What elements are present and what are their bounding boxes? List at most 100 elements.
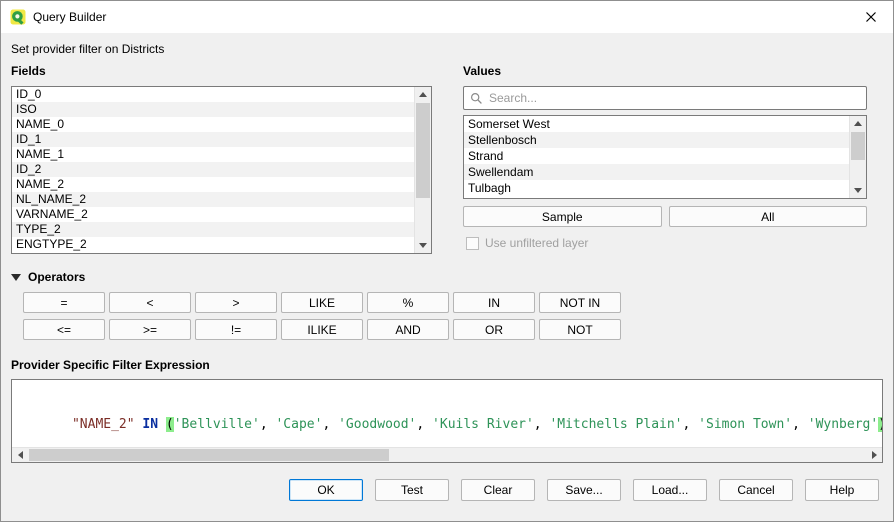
operator-button[interactable]: = bbox=[23, 292, 105, 313]
expression-token: 'Goodwood' bbox=[338, 417, 416, 432]
use-unfiltered-checkbox[interactable] bbox=[466, 237, 479, 250]
operator-button[interactable]: > bbox=[195, 292, 277, 313]
titlebar: Query Builder bbox=[1, 1, 893, 33]
dialog-footer: OK Test Clear Save... Load... Cancel Help bbox=[1, 479, 879, 501]
operator-button[interactable]: <= bbox=[23, 319, 105, 340]
field-item[interactable]: ID_1 bbox=[12, 132, 414, 147]
field-item[interactable]: ID_2 bbox=[12, 162, 414, 177]
expression-token: , bbox=[534, 417, 550, 432]
fields-label: Fields bbox=[11, 64, 432, 78]
query-builder-dialog: Query Builder Set provider filter on Dis… bbox=[0, 0, 894, 522]
fields-scrollbar[interactable] bbox=[414, 87, 431, 253]
values-scrollbar[interactable] bbox=[849, 116, 866, 198]
load-button[interactable]: Load... bbox=[633, 479, 707, 501]
expression-token: ( bbox=[166, 417, 174, 432]
values-list: Somerset WestStellenboschStrandSwellenda… bbox=[463, 115, 867, 199]
operator-button[interactable]: < bbox=[109, 292, 191, 313]
value-item[interactable]: Swellendam bbox=[464, 164, 849, 180]
clear-button[interactable]: Clear bbox=[461, 479, 535, 501]
use-unfiltered-row: Use unfiltered layer bbox=[463, 236, 867, 250]
operator-button[interactable]: ILIKE bbox=[281, 319, 363, 340]
close-button[interactable] bbox=[848, 1, 893, 33]
values-panel: Values Somerset WestStellenboschStrandSw… bbox=[463, 64, 867, 254]
ok-button[interactable]: OK bbox=[289, 479, 363, 501]
expression-token: 'Simon Town' bbox=[698, 417, 792, 432]
arrow-down-icon bbox=[419, 243, 427, 248]
expression-token: , bbox=[416, 417, 432, 432]
value-item[interactable]: Tulbagh bbox=[464, 180, 849, 196]
sample-button[interactable]: Sample bbox=[463, 206, 662, 227]
expression-token: , bbox=[260, 417, 276, 432]
field-item[interactable]: VARNAME_2 bbox=[12, 207, 414, 222]
expression-token: 'Wynberg' bbox=[808, 417, 878, 432]
operator-button[interactable]: != bbox=[195, 319, 277, 340]
arrow-left-icon bbox=[18, 451, 23, 459]
expression-label: Provider Specific Filter Expression bbox=[11, 358, 893, 372]
scroll-up-button[interactable] bbox=[415, 87, 431, 102]
field-item[interactable]: ISO bbox=[12, 102, 414, 117]
fields-panel: Fields ID_0ISONAME_0ID_1NAME_1ID_2NAME_2… bbox=[11, 64, 432, 254]
scrollbar-thumb[interactable] bbox=[416, 103, 430, 198]
operators-header[interactable]: Operators bbox=[11, 270, 893, 284]
scroll-up-button[interactable] bbox=[850, 116, 866, 131]
expression-token: ) bbox=[878, 417, 882, 432]
values-search-input[interactable] bbox=[489, 88, 860, 108]
save-button[interactable]: Save... bbox=[547, 479, 621, 501]
expression-token: , bbox=[322, 417, 338, 432]
operators-label: Operators bbox=[28, 270, 85, 284]
operators-row-1: =<>LIKE%INNOT IN bbox=[23, 292, 893, 313]
field-item[interactable]: ENGTYPE_2 bbox=[12, 237, 414, 252]
field-item[interactable]: NAME_1 bbox=[12, 147, 414, 162]
all-button[interactable]: All bbox=[669, 206, 868, 227]
operator-button[interactable]: OR bbox=[453, 319, 535, 340]
operator-button[interactable]: NOT IN bbox=[539, 292, 621, 313]
value-item[interactable]: Somerset West bbox=[464, 116, 849, 132]
qgis-logo-icon bbox=[10, 9, 26, 25]
field-item[interactable]: ID_0 bbox=[12, 87, 414, 102]
scrollbar-thumb[interactable] bbox=[29, 449, 389, 461]
scroll-down-button[interactable] bbox=[850, 183, 866, 198]
window-title: Query Builder bbox=[33, 10, 106, 24]
value-item[interactable]: Strand bbox=[464, 148, 849, 164]
scroll-left-button[interactable] bbox=[12, 448, 28, 462]
scrollbar-thumb[interactable] bbox=[851, 132, 865, 160]
fields-list: ID_0ISONAME_0ID_1NAME_1ID_2NAME_2NL_NAME… bbox=[11, 86, 432, 254]
operator-button[interactable]: LIKE bbox=[281, 292, 363, 313]
search-icon bbox=[470, 92, 483, 105]
scroll-down-button[interactable] bbox=[415, 238, 431, 253]
field-item[interactable]: NAME_2 bbox=[12, 177, 414, 192]
filter-expression-input[interactable]: "NAME_2" IN ('Bellville', 'Cape', 'Goodw… bbox=[12, 380, 882, 447]
value-item[interactable]: Stellenbosch bbox=[464, 132, 849, 148]
test-button[interactable]: Test bbox=[375, 479, 449, 501]
expression-token: IN bbox=[142, 417, 158, 432]
operator-button[interactable]: AND bbox=[367, 319, 449, 340]
dialog-subtitle: Set provider filter on Districts bbox=[11, 42, 893, 56]
help-button[interactable]: Help bbox=[805, 479, 879, 501]
scroll-right-button[interactable] bbox=[866, 448, 882, 462]
values-buttons: Sample All bbox=[463, 206, 867, 227]
operator-button[interactable]: % bbox=[367, 292, 449, 313]
expression-token: "NAME_2" bbox=[72, 417, 135, 432]
top-panels: Fields ID_0ISONAME_0ID_1NAME_1ID_2NAME_2… bbox=[11, 64, 867, 254]
cancel-button[interactable]: Cancel bbox=[719, 479, 793, 501]
operators-row-2: <=>=!=ILIKEANDORNOT bbox=[23, 319, 893, 340]
field-item[interactable]: NAME_0 bbox=[12, 117, 414, 132]
operator-button[interactable]: >= bbox=[109, 319, 191, 340]
field-item[interactable]: NL_NAME_2 bbox=[12, 192, 414, 207]
collapse-arrow-icon[interactable] bbox=[11, 274, 21, 281]
expression-token: , bbox=[792, 417, 808, 432]
expression-token: 'Cape' bbox=[275, 417, 322, 432]
use-unfiltered-label: Use unfiltered layer bbox=[485, 236, 588, 250]
operator-button[interactable]: IN bbox=[453, 292, 535, 313]
field-item[interactable]: TYPE_2 bbox=[12, 222, 414, 237]
arrow-down-icon bbox=[854, 188, 862, 193]
expression-token: 'Bellville' bbox=[174, 417, 260, 432]
arrow-up-icon bbox=[419, 92, 427, 97]
expression-token: 'Mitchells Plain' bbox=[549, 417, 682, 432]
expression-editor: "NAME_2" IN ('Bellville', 'Cape', 'Goodw… bbox=[11, 379, 883, 463]
expression-token: , bbox=[683, 417, 699, 432]
expression-hscrollbar[interactable] bbox=[12, 447, 882, 462]
dialog-body: Set provider filter on Districts Fields … bbox=[1, 33, 893, 521]
close-icon bbox=[865, 11, 877, 23]
operator-button[interactable]: NOT bbox=[539, 319, 621, 340]
